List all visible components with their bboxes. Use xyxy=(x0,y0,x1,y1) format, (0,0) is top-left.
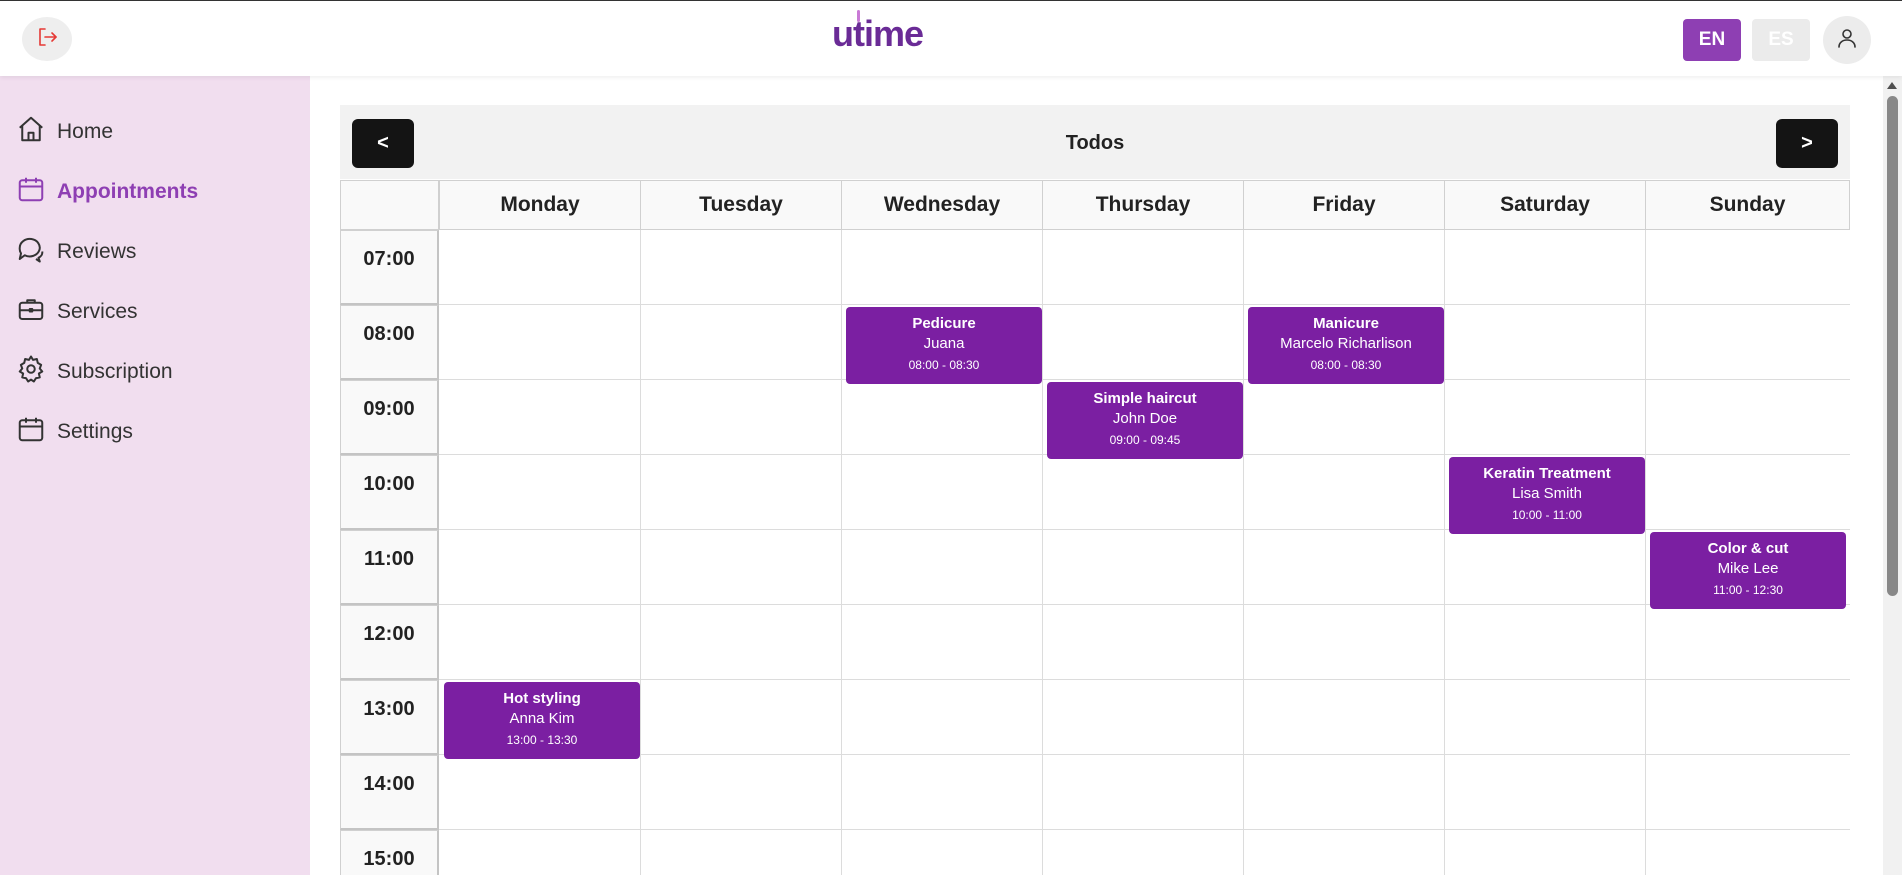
appointment-time: 13:00 - 13:30 xyxy=(506,733,578,747)
gear-icon xyxy=(16,354,57,390)
appointment-card[interactable]: Keratin Treatment Lisa Smith 10:00 - 11:… xyxy=(1449,457,1645,534)
calendar-title: Todos xyxy=(1065,132,1125,154)
top-bar: utime EN ES xyxy=(0,0,1902,76)
grid-row-line xyxy=(439,829,1850,830)
grid-column-line xyxy=(1042,230,1043,875)
user-profile-button[interactable] xyxy=(1823,16,1871,64)
appointment-service: Color & cut xyxy=(1707,540,1789,557)
appointment-service: Simple haircut xyxy=(1093,390,1197,407)
time-label: 14:00 xyxy=(340,755,439,830)
scrollbar-thumb[interactable] xyxy=(1887,96,1898,596)
day-header-monday: Monday xyxy=(439,180,641,230)
sidebar-item-services[interactable]: Services xyxy=(16,292,138,332)
appointment-client: John Doe xyxy=(1112,410,1178,427)
appointment-card[interactable]: Manicure Marcelo Richarlison 08:00 - 08:… xyxy=(1248,307,1444,384)
page-scrollbar[interactable] xyxy=(1883,76,1902,875)
appointment-time: 09:00 - 09:45 xyxy=(1109,433,1181,447)
grid-column-line xyxy=(1645,230,1646,875)
appointment-client: Marcelo Richarlison xyxy=(1280,335,1412,352)
time-label: 13:00 xyxy=(340,680,439,755)
appointment-client: Juana xyxy=(923,335,965,352)
day-header-wednesday: Wednesday xyxy=(841,180,1043,230)
grid-column-line xyxy=(640,230,641,875)
time-label: 11:00 xyxy=(340,530,439,605)
appointment-card[interactable]: Pedicure Juana 08:00 - 08:30 xyxy=(846,307,1042,384)
time-label: 07:00 xyxy=(340,230,439,305)
calendar-icon xyxy=(16,174,57,210)
appointment-time: 08:00 - 08:30 xyxy=(908,358,980,372)
grid-column-line xyxy=(1243,230,1244,875)
calendar-icon xyxy=(16,414,57,450)
time-label: 12:00 xyxy=(340,605,439,680)
day-header-friday: Friday xyxy=(1243,180,1445,230)
appointment-service: Pedicure xyxy=(912,315,976,332)
scroll-up-arrow-icon[interactable] xyxy=(1887,82,1897,89)
language-es-button[interactable]: ES xyxy=(1752,19,1810,61)
sidebar-item-label: Services xyxy=(57,300,138,323)
appointment-card[interactable]: Simple haircut John Doe 09:00 - 09:45 xyxy=(1047,382,1243,459)
appointment-service: Manicure xyxy=(1313,315,1379,332)
appointment-service: Hot styling xyxy=(503,690,581,707)
time-label: 15:00 xyxy=(340,830,439,875)
day-header-thursday: Thursday xyxy=(1042,180,1244,230)
grid-column-line xyxy=(1444,230,1445,875)
logout-button[interactable] xyxy=(22,17,72,61)
grid-column-line xyxy=(841,230,842,875)
appointment-client: Lisa Smith xyxy=(1511,485,1583,502)
sidebar-item-appointments[interactable]: Appointments xyxy=(16,172,198,212)
grid-row-line xyxy=(439,754,1850,755)
appointment-time: 08:00 - 08:30 xyxy=(1310,358,1382,372)
sidebar-item-label: Home xyxy=(57,120,114,143)
appointment-client: Anna Kim xyxy=(509,710,575,727)
time-label: 09:00 xyxy=(340,380,439,455)
logout-icon xyxy=(35,25,59,54)
time-label: 08:00 xyxy=(340,305,439,380)
calendar-header: < Todos > xyxy=(340,105,1850,179)
grid-row-line xyxy=(439,679,1850,680)
next-week-button[interactable]: > xyxy=(1776,119,1838,168)
grid-corner xyxy=(340,180,439,230)
day-header-tuesday: Tuesday xyxy=(640,180,842,230)
grid-row-line xyxy=(439,379,1850,380)
sidebar-item-settings[interactable]: Settings xyxy=(16,412,133,452)
sidebar-item-label: Subscription xyxy=(57,360,173,383)
grid-row-line xyxy=(439,304,1850,305)
appointment-service: Keratin Treatment xyxy=(1483,465,1611,482)
home-icon xyxy=(16,114,57,150)
user-icon xyxy=(1835,26,1859,55)
sidebar-item-subscription[interactable]: Subscription xyxy=(16,352,173,392)
sidebar-item-label: Reviews xyxy=(57,240,137,263)
appointment-time: 11:00 - 12:30 xyxy=(1713,583,1783,597)
sidebar-item-reviews[interactable]: Reviews xyxy=(16,232,136,272)
day-header-sunday: Sunday xyxy=(1645,180,1850,230)
sidebar-item-label: Appointments xyxy=(57,180,199,203)
briefcase-icon xyxy=(16,294,57,330)
appointment-client: Mike Lee xyxy=(1717,560,1779,577)
day-header-saturday: Saturday xyxy=(1444,180,1646,230)
grid-row-line xyxy=(439,604,1850,605)
chat-icon xyxy=(16,234,57,270)
calendar-panel: < Todos > Monday Tuesday Wednesday Thurs… xyxy=(340,105,1850,875)
appointment-time: 10:00 - 11:00 xyxy=(1512,508,1582,522)
app-logo: utime xyxy=(832,10,924,54)
sidebar-item-label: Settings xyxy=(57,420,133,443)
time-label: 10:00 xyxy=(340,455,439,530)
language-en-button[interactable]: EN xyxy=(1683,19,1741,61)
sidebar-item-home[interactable]: Home xyxy=(16,112,113,152)
appointment-card[interactable]: Hot styling Anna Kim 13:00 - 13:30 xyxy=(444,682,640,759)
appointment-card[interactable]: Color & cut Mike Lee 11:00 - 12:30 xyxy=(1650,532,1846,609)
sidebar: Home Appointments Reviews Services Subsc… xyxy=(0,76,310,875)
